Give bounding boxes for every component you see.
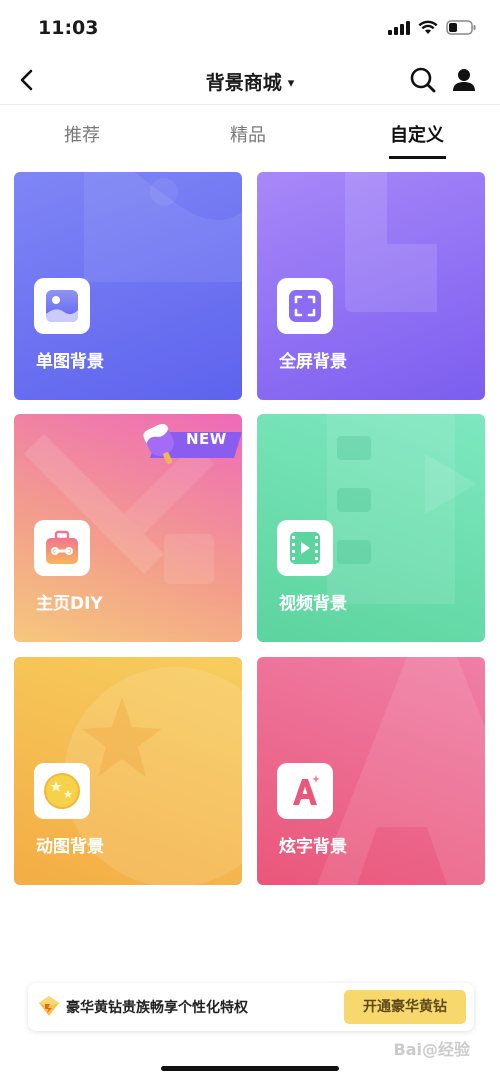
wifi-icon	[418, 20, 438, 34]
card-label: 全屏背景	[279, 352, 347, 372]
image-icon	[46, 290, 78, 322]
card-animated-background[interactable]: 动图背景	[14, 657, 242, 885]
letter-a-icon	[293, 775, 320, 805]
card-label: 动图背景	[36, 837, 104, 857]
tab-recommend[interactable]: 推荐	[64, 121, 100, 147]
dropdown-caret-icon: ▾	[287, 76, 295, 91]
new-badge-text: NEW	[186, 430, 227, 448]
search-icon	[410, 67, 436, 93]
card-fancy-text-background[interactable]: 炫字背景	[257, 657, 485, 885]
card-label: 主页DIY	[36, 594, 103, 614]
card-label: 单图背景	[36, 352, 104, 372]
nav-bar: 背景商城 ▾	[0, 58, 500, 104]
card-icon-box	[34, 520, 90, 576]
card-icon-box	[277, 278, 333, 334]
tab-custom[interactable]: 自定义	[390, 121, 444, 147]
tab-featured[interactable]: 精品	[230, 121, 266, 147]
profile-button[interactable]	[450, 66, 478, 94]
vip-promo-bar: 豪华黄钻贵族畅享个性化特权 开通豪华黄钻	[28, 983, 474, 1031]
toolbox-icon	[46, 530, 78, 564]
video-icon	[290, 532, 320, 564]
status-bar: 11:03	[0, 0, 500, 58]
promo-text: 豪华黄钻贵族畅享个性化特权	[66, 1000, 248, 1016]
yellow-diamond-icon	[39, 996, 59, 1016]
watermark: Bai@经验	[393, 1040, 470, 1059]
card-single-image-background[interactable]: 单图背景	[14, 172, 242, 400]
card-label: 炫字背景	[279, 837, 347, 857]
card-video-background[interactable]: 视频背景	[257, 414, 485, 642]
card-icon-box	[277, 520, 333, 576]
tab-bar: 推荐 精品 自定义	[0, 104, 500, 160]
card-fullscreen-background[interactable]: 全屏背景	[257, 172, 485, 400]
open-vip-button[interactable]: 开通豪华黄钻	[344, 990, 466, 1024]
active-tab-indicator	[389, 156, 446, 159]
star-ball-icon	[44, 773, 80, 809]
card-icon-box	[277, 763, 333, 819]
card-icon-box	[34, 278, 90, 334]
signal-icon	[388, 20, 410, 35]
user-icon	[453, 69, 475, 91]
fullscreen-icon	[289, 290, 321, 322]
status-icons	[388, 20, 476, 35]
card-icon-box	[34, 763, 90, 819]
battery-icon	[446, 20, 476, 35]
card-label: 视频背景	[279, 594, 347, 614]
search-button[interactable]	[408, 65, 438, 95]
status-time: 11:03	[38, 17, 99, 39]
home-indicator	[161, 1066, 339, 1071]
page-title: 背景商城	[205, 72, 282, 94]
